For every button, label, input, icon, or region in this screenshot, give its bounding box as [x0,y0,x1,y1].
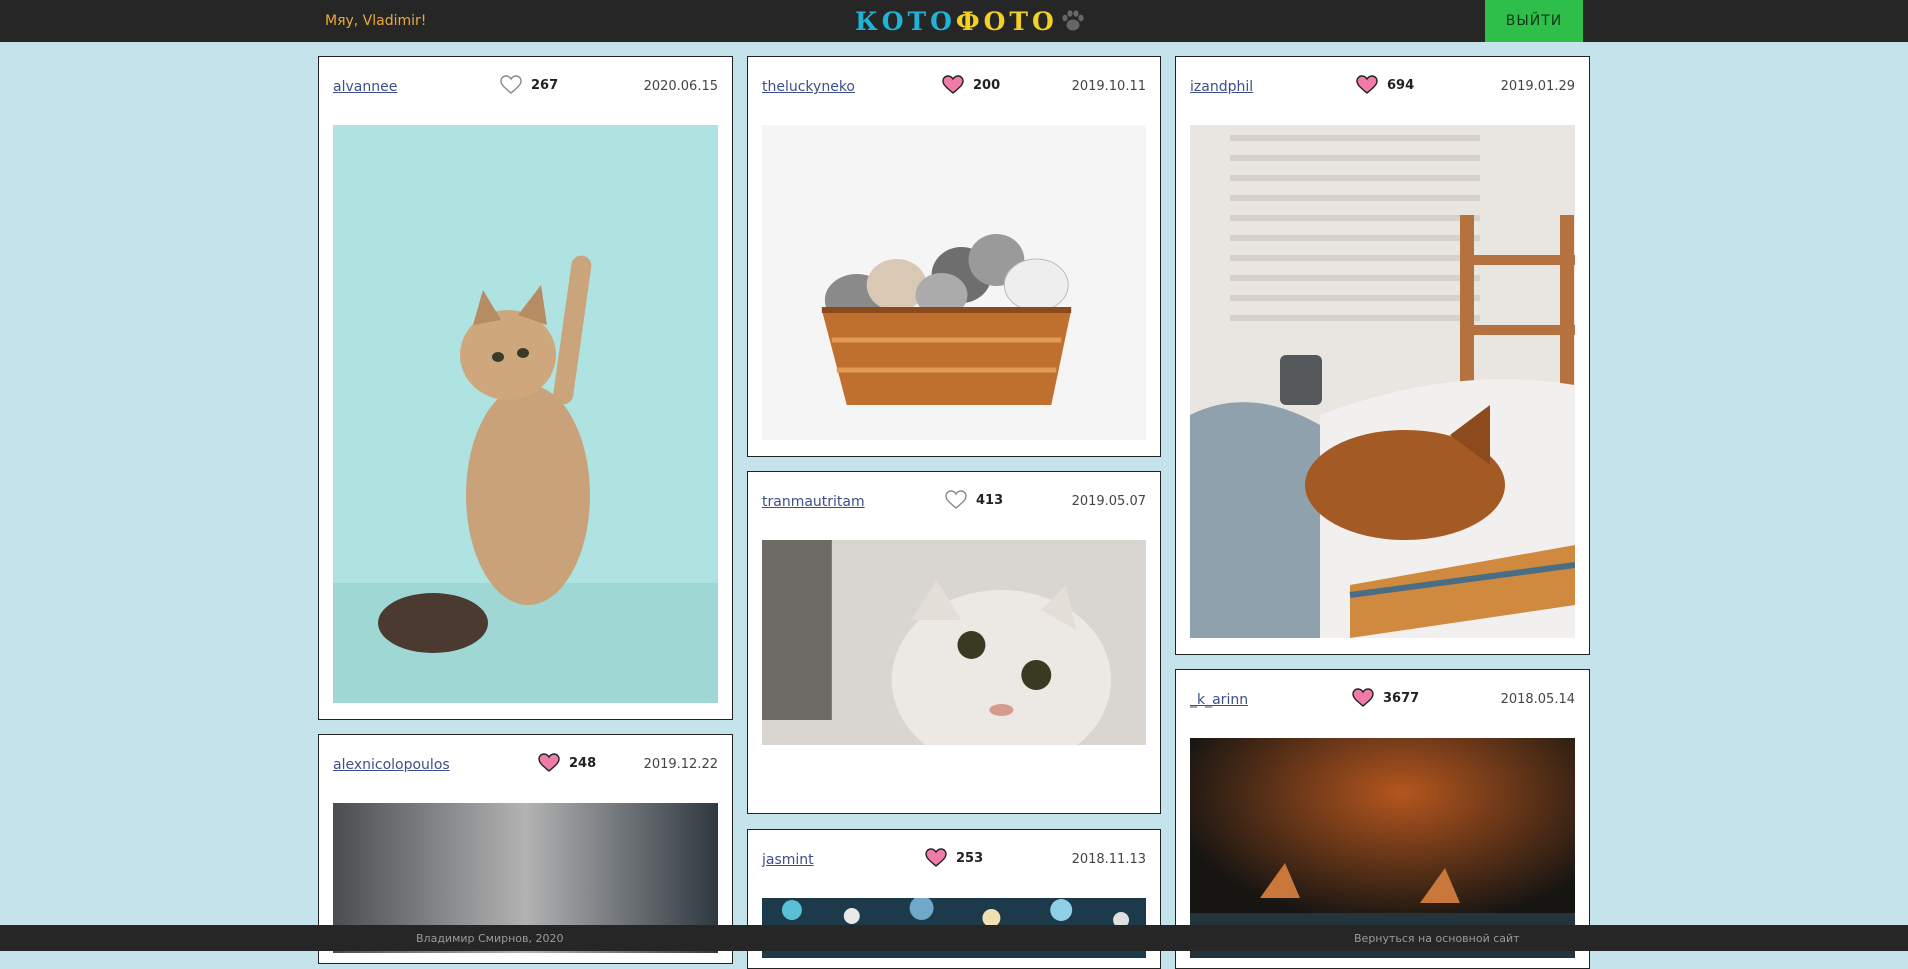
card-header: theluckyneko 200 2019.10.11 [762,71,1146,105]
like-count: 253 [956,850,984,866]
cat-photo[interactable] [762,125,1146,440]
author-link[interactable]: alvannee [333,79,397,95]
photo-card: _k_arinn 3677 2018.05.14 [1175,669,1590,969]
paw-icon [1062,10,1084,31]
logo-text: КОТОФОТО [855,7,1058,36]
logout-button[interactable]: ВЫЙТИ [1485,0,1583,42]
post-date: 2019.01.29 [1500,79,1575,94]
heart-filled-icon [538,753,560,772]
cat-photo[interactable] [1190,125,1575,638]
like-button[interactable]: 253 [925,848,983,868]
card-header: jasmint 253 2018.11.13 [762,844,1146,878]
heart-filled-icon [1352,688,1374,707]
like-button[interactable]: 200 [942,75,1000,95]
like-button[interactable]: 3677 [1352,688,1419,708]
card-header: alvannee 267 2020.06.15 [333,71,718,105]
post-date: 2018.05.14 [1500,692,1575,707]
heart-filled-icon [1356,75,1378,94]
card-header: izandphil 694 2019.01.29 [1190,71,1575,105]
author-link[interactable]: izandphil [1190,79,1253,95]
like-button[interactable]: 248 [538,753,596,773]
photo-card: izandphil 694 2019.01.29 [1175,56,1590,655]
like-count: 3677 [1383,690,1420,706]
like-button[interactable]: 694 [1356,75,1414,95]
cat-photo[interactable] [762,540,1146,797]
heart-outline-icon [500,75,522,94]
like-button[interactable]: 267 [500,75,558,95]
cat-photo[interactable] [333,125,718,703]
post-date: 2019.10.11 [1071,79,1146,94]
author-link[interactable]: theluckyneko [762,79,855,95]
site-logo[interactable]: КОТОФОТО [855,6,1086,36]
post-date: 2019.05.07 [1071,494,1146,509]
logo-part-foto: ФОТО [955,6,1058,36]
heart-filled-icon [942,75,964,94]
card-header: tranmautritam 413 2019.05.07 [762,486,1146,520]
card-header: _k_arinn 3677 2018.05.14 [1190,684,1575,718]
author-link[interactable]: tranmautritam [762,494,865,510]
logo-part-koto: КОТО [855,6,956,36]
author-link[interactable]: _k_arinn [1190,692,1248,708]
like-count: 267 [531,77,559,93]
author-link[interactable]: alexnicolopoulos [333,757,450,773]
heart-outline-icon [945,490,967,509]
card-header: alexnicolopoulos 248 2019.12.22 [333,749,718,783]
top-bar: Мяу, Vladimir! КОТОФОТО ВЫЙТИ [0,0,1908,42]
back-to-main-site-link[interactable]: Вернуться на основной сайт [1354,932,1520,945]
post-date: 2018.11.13 [1071,852,1146,867]
like-count: 694 [1387,77,1415,93]
like-count: 248 [569,755,597,771]
photo-card: theluckyneko 200 2019.10.11 [747,56,1161,457]
like-count: 413 [976,492,1004,508]
photo-card: alvannee 267 2020.06.15 [318,56,733,720]
post-date: 2019.12.22 [643,757,718,772]
author-link[interactable]: jasmint [762,852,814,868]
heart-filled-icon [925,848,947,867]
footer: Владимир Смирнов, 2020 Вернуться на осно… [0,925,1908,951]
like-button[interactable]: 413 [945,490,1003,510]
photo-card: tranmautritam 413 2019.05.07 [747,471,1161,814]
copyright-text: Владимир Смирнов, 2020 [416,932,564,945]
like-count: 200 [973,77,1001,93]
greeting-text: Мяу, Vladimir! [325,13,427,29]
post-date: 2020.06.15 [643,79,718,94]
